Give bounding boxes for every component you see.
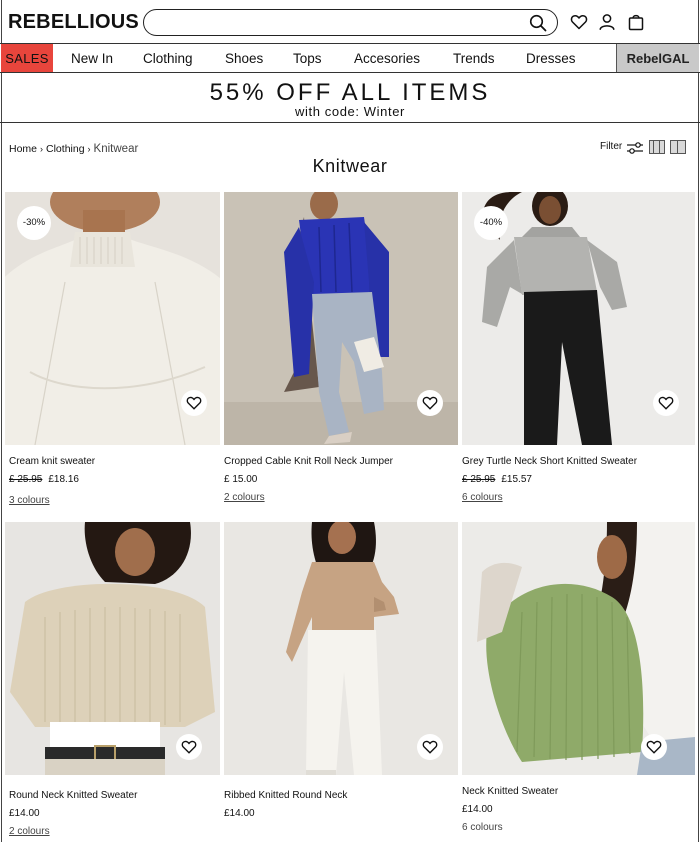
promo-banner: 55% OFF ALL ITEMS with code: Winter — [0, 73, 700, 123]
promo-subtitle: with code: Winter — [295, 104, 405, 119]
product-name[interactable]: Grey Turtle Neck Short Knitted Sweater — [462, 456, 637, 467]
product-sale-price: £15.57 — [501, 474, 532, 485]
page-title: Knitwear — [312, 156, 388, 176]
user-icon[interactable] — [598, 13, 616, 31]
breadcrumb-separator: › — [87, 144, 91, 154]
product-price: £14.00 — [462, 804, 493, 815]
wishlist-heart-icon[interactable] — [176, 734, 202, 760]
grid-view-two-columns-icon[interactable] — [670, 140, 686, 154]
nav-item-tops[interactable]: Tops — [293, 44, 322, 72]
shopping-bag-icon[interactable] — [627, 13, 645, 31]
nav-item-clothing[interactable]: Clothing — [143, 44, 193, 72]
search-icon[interactable] — [529, 14, 547, 32]
product-name[interactable]: Cropped Cable Knit Roll Neck Jumper — [224, 456, 393, 467]
search-bar — [143, 9, 558, 36]
wishlist-heart-icon[interactable] — [417, 390, 443, 416]
product-sale-price: £14.00 — [9, 808, 40, 819]
breadcrumb: Home › Clothing › Knitwear — [9, 143, 138, 155]
product-colours-link[interactable]: 3 colours — [9, 495, 50, 506]
product-old-price: £ 25.95 — [462, 474, 496, 485]
product-old-price: £ 25.95 — [9, 474, 43, 485]
nav-item-trends[interactable]: Trends — [453, 44, 495, 72]
product-price: £14.00 — [224, 808, 255, 819]
wishlist-heart-icon[interactable] — [417, 734, 443, 760]
site-header: REBELLIOUS — [0, 0, 700, 44]
promo-title: 55% OFF ALL ITEMS — [209, 79, 491, 106]
product-price: £ 25.95 £18.16 — [9, 474, 79, 485]
discount-badge: -30% — [17, 206, 51, 240]
heart-icon[interactable] — [570, 13, 588, 31]
product-sale-price: £14.00 — [224, 808, 255, 819]
site-logo[interactable]: REBELLIOUS — [8, 11, 139, 34]
product-name[interactable]: Ribbed Knitted Round Neck — [224, 790, 347, 801]
product-name[interactable]: Cream knit sweater — [9, 456, 95, 467]
product-sale-price: £14.00 — [462, 804, 493, 815]
wishlist-heart-icon[interactable] — [641, 734, 667, 760]
product-colours-link[interactable]: 6 colours — [462, 822, 503, 833]
search-input[interactable] — [156, 10, 526, 34]
wishlist-heart-icon[interactable] — [653, 390, 679, 416]
breadcrumb-home[interactable]: Home — [9, 143, 37, 155]
nav-item-shoes[interactable]: Shoes — [225, 44, 263, 72]
nav-item-dresses[interactable]: Dresses — [526, 44, 576, 72]
breadcrumb-separator: › — [40, 144, 44, 154]
nav-item-sales[interactable]: SALES — [1, 44, 53, 72]
product-colours-link[interactable]: 2 colours — [224, 492, 265, 503]
product-sale-price: £ 15.00 — [224, 474, 258, 485]
product-colours-link[interactable]: 6 colours — [462, 492, 503, 503]
wishlist-heart-icon[interactable] — [181, 390, 207, 416]
main-nav: SALES New In Clothing Shoes Tops Accesor… — [0, 43, 700, 73]
product-name[interactable]: Round Neck Knitted Sweater — [9, 790, 137, 801]
product-price: £14.00 — [9, 808, 40, 819]
nav-item-new-in[interactable]: New In — [71, 44, 113, 72]
filter-sliders-icon[interactable] — [626, 141, 644, 155]
filter-button[interactable]: Filter — [600, 141, 622, 152]
breadcrumb-clothing[interactable]: Clothing — [46, 143, 85, 155]
breadcrumb-current: Knitwear — [93, 143, 139, 155]
nav-item-rebelgal[interactable]: RebelGAL — [616, 44, 699, 72]
discount-badge: -40% — [474, 206, 508, 240]
product-price: £ 25.95 £15.57 — [462, 474, 532, 485]
product-price: £ 15.00 — [224, 474, 257, 485]
product-name[interactable]: Neck Knitted Sweater — [462, 786, 558, 797]
product-colours-link[interactable]: 2 colours — [9, 826, 50, 837]
grid-view-three-columns-icon[interactable] — [649, 140, 665, 154]
nav-item-accesories[interactable]: Accesories — [354, 44, 420, 72]
product-sale-price: £18.16 — [48, 474, 79, 485]
